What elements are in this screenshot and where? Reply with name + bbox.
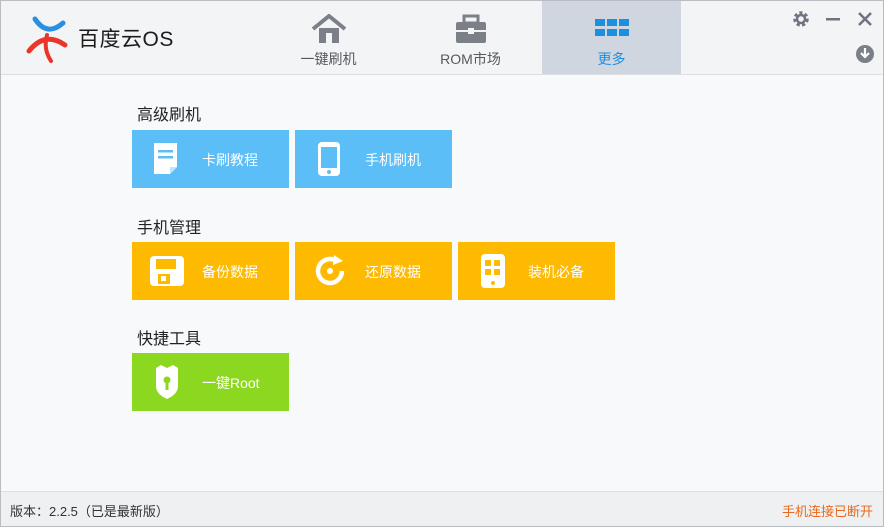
gear-icon[interactable] [791, 9, 811, 29]
tile-label: 还原数据 [365, 264, 421, 280]
floppy-disk-icon [150, 256, 184, 286]
app-logo: 百度云OS [25, 15, 185, 63]
card-flash-tutorial-button[interactable]: 卡刷教程 [132, 130, 289, 188]
one-key-root-button[interactable]: 一键Root [132, 353, 289, 411]
shield-lock-icon [156, 365, 178, 399]
tab-label: 一键刷机 [300, 51, 357, 67]
minimize-icon[interactable] [823, 9, 843, 29]
home-icon [311, 14, 346, 43]
app-name: 百度云OS [78, 28, 174, 51]
section-title-quick-tools: 快捷工具 [137, 331, 202, 348]
tile-label: 一键Root [202, 375, 260, 391]
tab-rom-market[interactable]: ROM市场 [401, 1, 540, 74]
tab-label: 更多 [597, 51, 626, 67]
close-icon[interactable] [855, 9, 875, 29]
section-title-advanced-flash: 高级刷机 [137, 107, 202, 124]
section-title-phone-management: 手机管理 [137, 220, 202, 237]
grid-icon [594, 19, 629, 36]
phone-icon [318, 142, 340, 176]
tab-one-key-flash[interactable]: 一键刷机 [259, 1, 398, 74]
tile-label: 卡刷教程 [202, 152, 258, 168]
briefcase-icon [455, 14, 486, 43]
phone-flash-button[interactable]: 手机刷机 [295, 130, 452, 188]
backup-data-button[interactable]: 备份数据 [132, 242, 289, 300]
baidu-logo-icon [26, 16, 68, 63]
connection-status: 手机连接已断开 [781, 504, 873, 519]
document-icon [154, 143, 177, 174]
essential-apps-button[interactable]: 装机必备 [458, 242, 615, 300]
download-icon[interactable] [855, 44, 875, 64]
status-bar: 版本：2.2.5（已是最新版） 手机连接已断开 [1, 491, 883, 526]
tab-more[interactable]: 更多 [542, 1, 681, 74]
tile-label: 备份数据 [202, 264, 258, 280]
phone-apps-icon [481, 254, 505, 288]
tab-label: ROM市场 [440, 51, 501, 67]
header-bar: 百度云OS 一键刷机 ROM市场 更多 [1, 1, 883, 75]
tile-label: 装机必备 [528, 264, 584, 280]
restore-data-button[interactable]: 还原数据 [295, 242, 452, 300]
restore-icon [315, 255, 345, 286]
version-text: 版本：2.2.5（已是最新版） [10, 504, 169, 519]
app-window: 百度云OS 一键刷机 ROM市场 更多 高级刷机 卡刷教程 手机刷机 手机管理 … [0, 0, 884, 527]
tile-label: 手机刷机 [365, 152, 421, 168]
